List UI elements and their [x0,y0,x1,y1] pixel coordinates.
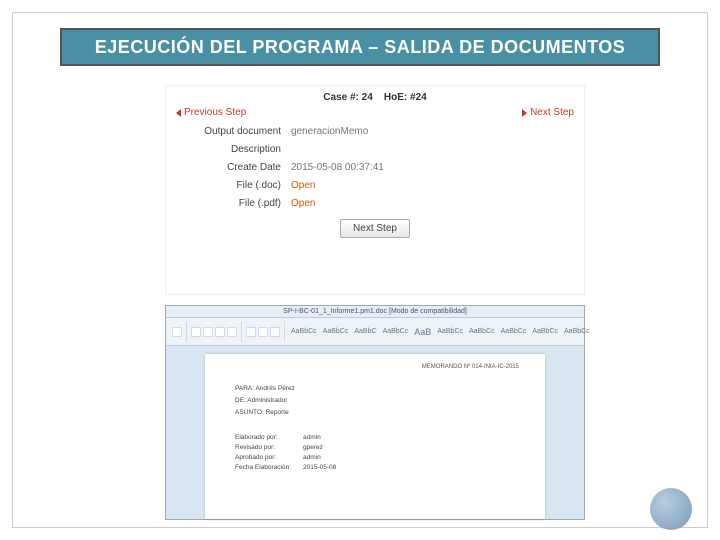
style-preview[interactable]: AaBbCc [467,327,497,336]
memo-number: MEMORANDO Nº 014-INIA-IC-2015 [422,364,519,370]
style-preview[interactable]: AaBbC [352,327,378,336]
memo-asunto: ASUNTO: Reporte [235,409,515,416]
ribbon-styles-group: AaBbCc AaBbCc AaBbC AaBbCc AaB AaBbCc Aa… [289,321,596,342]
align-left-icon[interactable] [246,327,256,337]
chevron-left-icon [176,109,181,117]
create-date-value: 2015-05-08 00:37:41 [291,162,384,173]
memo-de: DE: Administrador [235,397,515,404]
style-preview[interactable]: AaBbCc [321,327,351,336]
output-document-label: Output document [176,126,291,137]
step-nav: Previous Step Next Step [176,107,574,118]
file-doc-open-link[interactable]: Open [291,180,315,191]
style-preview[interactable]: AaB [412,326,433,338]
web-output-panel: Case #: 24 HoE: #24 Previous Step Next S… [165,85,585,295]
style-preview[interactable]: AaBbCc [530,327,560,336]
title-bar: EJECUCIÓN DEL PROGRAMA – SALIDA DE DOCUM… [60,28,660,66]
slide-title: EJECUCIÓN DEL PROGRAMA – SALIDA DE DOCUM… [95,37,626,58]
paste-icon[interactable] [172,327,182,337]
style-preview[interactable]: AaBbCc [435,327,465,336]
word-window: SP-I-BC-01_1_Informe1.pm1.doc [Modo de c… [165,305,585,520]
row-file-doc: File (.doc) Open [176,180,574,191]
case-label: Case #: 24 [323,92,372,103]
memo-key: Aprobado por: [235,454,295,461]
word-window-title: SP-I-BC-01_1_Informe1.pm1.doc [Modo de c… [166,306,584,318]
next-step-link[interactable]: Next Step [522,107,574,118]
description-label: Description [176,144,291,155]
output-document-value: generacionMemo [291,126,368,137]
previous-step-link[interactable]: Previous Step [176,107,246,118]
chevron-right-icon [522,109,527,117]
file-doc-label: File (.doc) [176,180,291,191]
memo-para: PARA: Andrés Pérez [235,385,515,392]
decorative-sphere-icon [650,488,692,530]
word-ribbon: AaBbCc AaBbCc AaBbC AaBbCc AaB AaBbCc Aa… [166,318,584,346]
file-pdf-open-link[interactable]: Open [291,198,315,209]
style-preview[interactable]: AaBbCc [499,327,529,336]
memo-val: admin [303,434,321,441]
row-file-pdf: File (.pdf) Open [176,198,574,209]
font-color-icon[interactable] [227,327,237,337]
align-right-icon[interactable] [270,327,280,337]
underline-icon[interactable] [215,327,225,337]
memo-pair: Revisado por: gperez [235,444,515,451]
style-preview[interactable]: AaBbCc [562,327,592,336]
ribbon-clipboard-group [172,321,187,342]
row-create-date: Create Date 2015-05-08 00:37:41 [176,162,574,173]
memo-key: Fecha Elaboración: [235,464,295,471]
memo-pair: Aprobado por: admin [235,454,515,461]
memo-val: gperez [303,444,323,451]
align-center-icon[interactable] [258,327,268,337]
previous-step-label: Previous Step [184,107,246,118]
memo-key: Elaborado por: [235,434,295,441]
memo-pair: Fecha Elaboración: 2015-05-08 [235,464,515,471]
next-step-button[interactable]: Next Step [340,219,410,238]
next-step-label: Next Step [530,107,574,118]
style-preview[interactable]: AaBbCc [381,327,411,336]
row-description: Description [176,144,574,155]
memo-key: Revisado por: [235,444,295,451]
memo-pair: Elaborado por: admin [235,434,515,441]
word-page: MEMORANDO Nº 014-INIA-IC-2015 PARA: Andr… [205,354,545,519]
ribbon-paragraph-group [246,321,285,342]
create-date-label: Create Date [176,162,291,173]
case-row: Case #: 24 HoE: #24 [176,92,574,103]
bold-icon[interactable] [191,327,201,337]
memo-val: 2015-05-08 [303,464,336,471]
row-output-document: Output document generacionMemo [176,126,574,137]
hoe-label: HoE: #24 [384,92,427,103]
memo-val: admin [303,454,321,461]
style-preview[interactable]: AaBbCc [289,327,319,336]
ribbon-font-group [191,321,242,342]
file-pdf-label: File (.pdf) [176,198,291,209]
italic-icon[interactable] [203,327,213,337]
